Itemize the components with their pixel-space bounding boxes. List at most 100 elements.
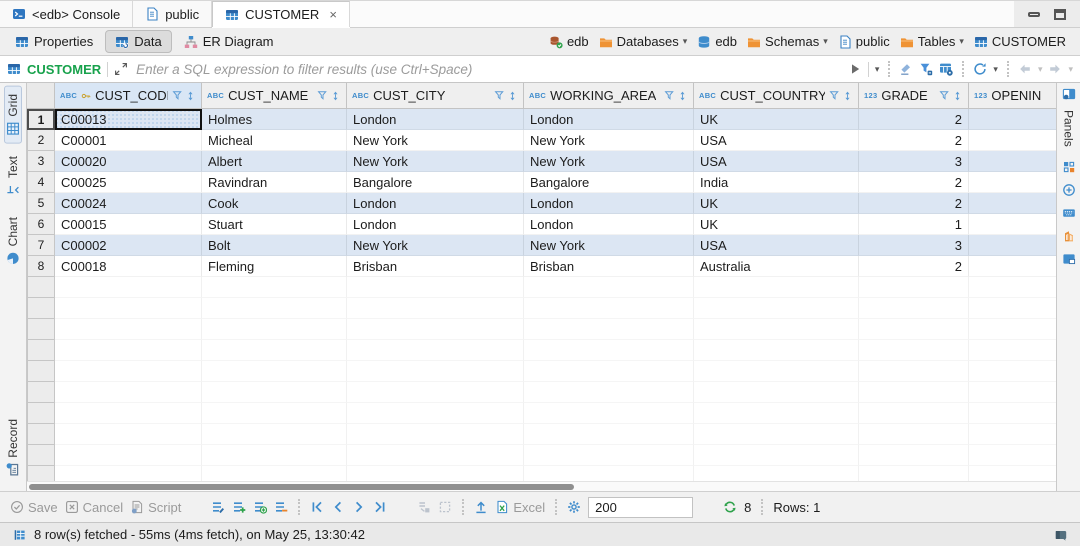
grid-cell-empty[interactable] bbox=[202, 445, 347, 466]
row-number-cell[interactable]: 7 bbox=[27, 235, 55, 256]
grid-cell-working_area[interactable]: New York bbox=[524, 130, 694, 151]
column-header-working_area[interactable]: ABCWORKING_AREA bbox=[524, 83, 694, 108]
grid-cell-empty[interactable] bbox=[347, 298, 524, 319]
filter-icon[interactable] bbox=[939, 90, 951, 102]
grid-cell-working_area[interactable]: Brisban bbox=[524, 256, 694, 277]
grid-cell-empty[interactable] bbox=[524, 361, 694, 382]
horizontal-scrollbar[interactable] bbox=[27, 481, 1056, 491]
view-tab-data[interactable]: Data bbox=[105, 30, 171, 53]
grid-cell-empty[interactable] bbox=[347, 424, 524, 445]
grid-cell-empty[interactable] bbox=[55, 340, 202, 361]
breadcrumb-item-public[interactable]: public bbox=[838, 34, 890, 49]
fetch-settings-gear-icon[interactable] bbox=[567, 500, 581, 514]
grid-cell-cust_country[interactable]: UK bbox=[694, 214, 859, 235]
column-header-cust_country[interactable]: ABCCUST_COUNTRY bbox=[694, 83, 859, 108]
grid-cell-cust_city[interactable]: London bbox=[347, 193, 524, 214]
editor-tab-customer[interactable]: CUSTOMER× bbox=[212, 1, 350, 27]
chevron-down-icon[interactable]: ▾ bbox=[959, 36, 964, 47]
grid-cell-empty[interactable] bbox=[55, 382, 202, 403]
grid-cell-cust_code[interactable]: C00020 bbox=[55, 151, 202, 172]
scrollbar-thumb[interactable] bbox=[29, 484, 574, 490]
column-header-cust_name[interactable]: ABCCUST_NAME bbox=[202, 83, 347, 108]
grid-squares-icon[interactable] bbox=[1062, 160, 1076, 174]
grid-cell-grade[interactable]: 3 bbox=[859, 151, 969, 172]
grid-cell-cust_name[interactable]: Fleming bbox=[202, 256, 347, 277]
sort-icon[interactable] bbox=[185, 90, 196, 102]
grid-cell-grade[interactable]: 2 bbox=[859, 109, 969, 130]
sort-icon[interactable] bbox=[330, 90, 341, 102]
filter-icon[interactable] bbox=[317, 90, 329, 102]
grid-cell-empty[interactable] bbox=[969, 424, 1056, 445]
grid-cell-cust_city[interactable]: London bbox=[347, 214, 524, 235]
grid-cell-empty[interactable] bbox=[969, 277, 1056, 298]
grid-cell-grade[interactable]: 2 bbox=[859, 130, 969, 151]
grid-cell-cust_name[interactable]: Bolt bbox=[202, 235, 347, 256]
grid-cell-empty[interactable] bbox=[202, 424, 347, 445]
grid-cell-cust_name[interactable]: Holmes bbox=[202, 109, 347, 130]
grid-cell-openin[interactable] bbox=[969, 214, 1056, 235]
script-button[interactable]: Script bbox=[130, 500, 181, 515]
grid-cell-cust_city[interactable]: London bbox=[347, 109, 524, 130]
row-number-cell[interactable] bbox=[27, 277, 55, 298]
cancel-button[interactable]: Cancel bbox=[65, 500, 123, 515]
grid-cell-empty[interactable] bbox=[694, 277, 859, 298]
row-number-cell[interactable] bbox=[27, 298, 55, 319]
column-header-grade[interactable]: 123GRADE bbox=[859, 83, 969, 108]
first-row-button[interactable] bbox=[310, 500, 324, 514]
grid-cell-empty[interactable] bbox=[202, 361, 347, 382]
grid-cell-grade[interactable]: 2 bbox=[859, 193, 969, 214]
grid-cell-cust_code[interactable]: C00015 bbox=[55, 214, 202, 235]
grid-cell-openin[interactable] bbox=[969, 193, 1056, 214]
grid-cell-empty[interactable] bbox=[55, 277, 202, 298]
grid-cell-empty[interactable] bbox=[859, 277, 969, 298]
row-number-cell[interactable] bbox=[27, 445, 55, 466]
grid-cell-empty[interactable] bbox=[859, 319, 969, 340]
save-button[interactable]: Save bbox=[10, 500, 58, 515]
grid-cell-working_area[interactable]: London bbox=[524, 214, 694, 235]
grid-cell-cust_code[interactable]: C00025 bbox=[55, 172, 202, 193]
rail-tab-grid[interactable]: Grid bbox=[4, 86, 22, 144]
grid-cell-empty[interactable] bbox=[859, 361, 969, 382]
row-number-cell[interactable]: 8 bbox=[27, 256, 55, 277]
sql-filter-input[interactable] bbox=[134, 58, 842, 80]
grid-cell-empty[interactable] bbox=[202, 319, 347, 340]
notification-icon[interactable] bbox=[1054, 528, 1068, 542]
breadcrumb-item-edb[interactable]: edb bbox=[549, 34, 589, 49]
grid-cell-empty[interactable] bbox=[524, 445, 694, 466]
rail-tab-chart[interactable]: Chart bbox=[4, 209, 22, 273]
grid-cell-empty[interactable] bbox=[524, 466, 694, 481]
grid-cell-empty[interactable] bbox=[347, 361, 524, 382]
grid-cell-empty[interactable] bbox=[694, 382, 859, 403]
grid-cell-empty[interactable] bbox=[694, 445, 859, 466]
grid-cell-cust_country[interactable]: Australia bbox=[694, 256, 859, 277]
sort-icon[interactable] bbox=[507, 90, 518, 102]
grid-cell-cust_city[interactable]: New York bbox=[347, 235, 524, 256]
grid-cell-working_area[interactable]: London bbox=[524, 109, 694, 130]
grid-cell-empty[interactable] bbox=[524, 403, 694, 424]
grid-cell-empty[interactable] bbox=[524, 277, 694, 298]
grid-cell-cust_city[interactable]: New York bbox=[347, 151, 524, 172]
filter-icon[interactable] bbox=[172, 90, 184, 102]
last-row-button[interactable] bbox=[373, 500, 387, 514]
grid-cell-empty[interactable] bbox=[347, 277, 524, 298]
grid-cell-empty[interactable] bbox=[694, 403, 859, 424]
grid-cell-empty[interactable] bbox=[969, 340, 1056, 361]
editor-tab--edb-console[interactable]: <edb> Console bbox=[0, 1, 133, 27]
row-number-cell[interactable] bbox=[27, 403, 55, 424]
grid-cell-empty[interactable] bbox=[202, 277, 347, 298]
delete-row-button[interactable] bbox=[274, 500, 288, 514]
grid-cell-empty[interactable] bbox=[55, 298, 202, 319]
row-number-cell[interactable] bbox=[27, 424, 55, 445]
row-number-cell[interactable]: 3 bbox=[27, 151, 55, 172]
grid-cell-empty[interactable] bbox=[55, 445, 202, 466]
grid-cell-empty[interactable] bbox=[347, 319, 524, 340]
filter-icon[interactable] bbox=[829, 90, 841, 102]
select-row-button[interactable] bbox=[438, 500, 452, 514]
next-row-button[interactable] bbox=[352, 500, 366, 514]
expand-icon[interactable] bbox=[114, 62, 128, 76]
grid-cell-openin[interactable] bbox=[969, 109, 1056, 130]
export-data-button[interactable] bbox=[474, 500, 488, 514]
building-icon[interactable] bbox=[1062, 229, 1076, 243]
grid-settings-icon[interactable] bbox=[939, 62, 953, 76]
grid-cell-working_area[interactable]: Bangalore bbox=[524, 172, 694, 193]
